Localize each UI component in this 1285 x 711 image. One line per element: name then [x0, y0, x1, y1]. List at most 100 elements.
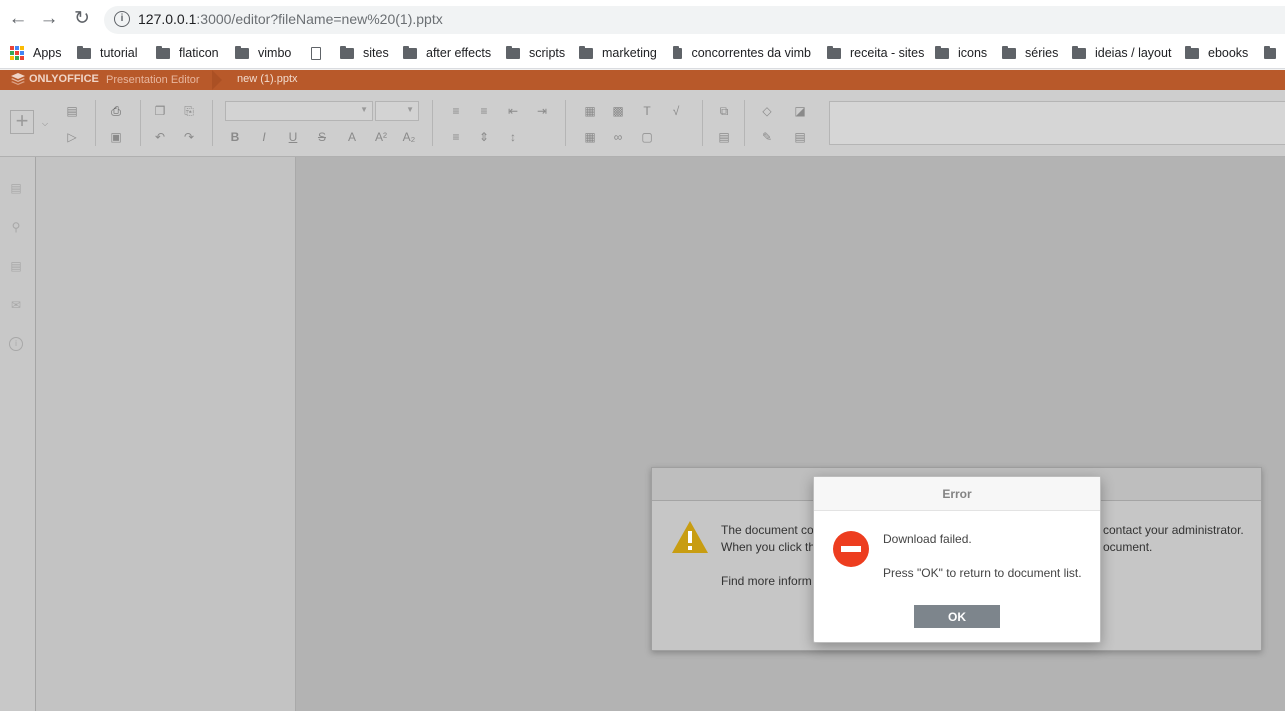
bookmark-tutorial[interactable]: tutorial: [77, 44, 138, 62]
copy-style-icon[interactable]: ✎: [759, 130, 775, 144]
warning-line-3: Find more inform: [721, 574, 812, 588]
subscript-icon[interactable]: A₂: [401, 130, 417, 144]
italic-icon[interactable]: I: [256, 130, 272, 144]
bookmark-label: after effects: [426, 46, 492, 60]
bold-icon[interactable]: B: [227, 130, 243, 144]
forward-arrow-icon[interactable]: →: [38, 8, 60, 30]
bookmark-label: sites: [363, 46, 389, 60]
themes-gallery[interactable]: [829, 101, 1285, 145]
toolbar-separator: [702, 100, 703, 146]
bookmark-overflow[interactable]: [1264, 44, 1285, 62]
color-scheme-icon[interactable]: ◪: [792, 104, 808, 118]
warning-line-1: The document co: [721, 523, 814, 537]
align-left-icon[interactable]: ≡: [448, 130, 464, 144]
back-arrow-icon[interactable]: ←: [7, 8, 29, 30]
bookmark-label: marketing: [602, 46, 657, 60]
font-size-combo[interactable]: ▼: [375, 101, 419, 121]
about-icon[interactable]: i: [9, 337, 23, 351]
bookmark-ebooks[interactable]: ebooks: [1185, 44, 1248, 62]
error-icon: [833, 531, 869, 567]
add-slide-icon[interactable]: +: [10, 110, 34, 134]
redo-icon[interactable]: ↷: [181, 130, 197, 144]
app-name: Presentation Editor: [106, 74, 200, 86]
folder-icon: [156, 45, 170, 59]
reload-icon[interactable]: ↻: [71, 8, 93, 30]
folder-icon: [235, 45, 249, 59]
table-icon[interactable]: ▦: [582, 130, 598, 144]
bookmark-label: tutorial: [100, 46, 138, 60]
clear-style-icon[interactable]: ◇: [759, 104, 775, 118]
equation-icon[interactable]: √: [668, 104, 684, 118]
toolbar-separator: [95, 100, 96, 146]
warning-line-2-end: ocument.: [1103, 540, 1153, 554]
bookmark-ideias-layout[interactable]: ideias / layout: [1072, 44, 1171, 62]
change-case-icon[interactable]: A: [344, 130, 360, 144]
bookmark-icons[interactable]: icons: [935, 44, 987, 62]
slide-thumbnails-panel[interactable]: [36, 157, 296, 711]
folder-icon: [673, 45, 683, 59]
undo-icon[interactable]: ↶: [152, 130, 168, 144]
increase-indent-icon[interactable]: ⇥: [534, 104, 550, 118]
bookmark-receita-sites[interactable]: receita - sites: [827, 44, 924, 62]
toolbar-separator: [565, 100, 566, 146]
site-info-icon[interactable]: i: [114, 11, 130, 27]
bookmark-flaticon[interactable]: flaticon: [156, 44, 219, 62]
folder-icon: [1072, 45, 1086, 59]
layers-logo-icon: [11, 73, 25, 85]
bookmark-sites[interactable]: sites: [340, 44, 389, 62]
folder-icon: [935, 45, 949, 59]
underline-icon[interactable]: U: [285, 130, 301, 144]
url-text[interactable]: 127.0.0.1:3000/editor?fileName=new%20(1)…: [138, 11, 443, 27]
image-icon[interactable]: ▦: [582, 104, 598, 118]
error-dialog-title: Error: [942, 487, 972, 501]
bookmark-label: séries: [1025, 46, 1059, 60]
save-icon[interactable]: ▣: [108, 130, 124, 144]
bookmark-concorrentes[interactable]: concorrentes da vimb: [673, 44, 811, 62]
print-icon[interactable]: ⎙: [108, 104, 124, 118]
error-message: Download failed.: [883, 532, 972, 546]
onlyoffice-logo[interactable]: ONLYOFFICE: [11, 73, 99, 85]
start-slideshow-icon[interactable]: ▷: [64, 130, 80, 144]
chevron-down-icon[interactable]: ⌵: [37, 117, 53, 131]
document-title[interactable]: new (1).pptx: [237, 73, 298, 85]
file-menu-icon[interactable]: ▤: [9, 181, 23, 195]
shape-icon[interactable]: ▢: [639, 130, 655, 144]
slide-size-icon[interactable]: ▤: [792, 130, 808, 144]
hyperlink-icon[interactable]: ∞: [610, 130, 626, 144]
slide-layout-icon[interactable]: ▤: [64, 104, 80, 118]
folder-icon: [340, 45, 354, 59]
toolbar-separator: [744, 100, 745, 146]
arrange-icon[interactable]: ⧉: [716, 104, 732, 118]
strikethrough-icon[interactable]: S: [314, 130, 330, 144]
font-name-combo[interactable]: ▼: [225, 101, 373, 121]
bookmark-marketing[interactable]: marketing: [579, 44, 657, 62]
bookmark-vimbo[interactable]: vimbo: [235, 44, 291, 62]
feedback-icon[interactable]: ✉: [9, 298, 23, 312]
chevron-down-icon: ▼: [406, 105, 414, 114]
search-icon[interactable]: ⚲: [9, 220, 23, 234]
bookmark-apps[interactable]: Apps: [10, 44, 62, 62]
toolbar-separator: [140, 100, 141, 146]
bookmark-label: concorrentes da vimb: [691, 46, 811, 60]
line-spacing-icon[interactable]: ↕: [505, 130, 521, 144]
folder-icon: [403, 45, 417, 59]
text-box-icon[interactable]: T: [639, 104, 655, 118]
vertical-align-icon[interactable]: ⇕: [476, 130, 492, 144]
url-host: 127.0.0.1: [138, 11, 197, 27]
folder-icon: [77, 45, 91, 59]
paste-icon[interactable]: ⎘: [181, 104, 197, 118]
decrease-indent-icon[interactable]: ⇤: [505, 104, 521, 118]
folder-icon: [579, 45, 593, 59]
superscript-icon[interactable]: A²: [373, 130, 389, 144]
bookmark-after-effects[interactable]: after effects: [403, 44, 491, 62]
numbering-icon[interactable]: ≡: [476, 104, 492, 118]
ok-button[interactable]: OK: [914, 605, 1000, 628]
bookmark-series[interactable]: séries: [1002, 44, 1058, 62]
bookmark-scripts[interactable]: scripts: [506, 44, 565, 62]
bookmark-page[interactable]: [311, 44, 321, 62]
chart-icon[interactable]: ▩: [610, 104, 626, 118]
slides-icon[interactable]: ▤: [9, 259, 23, 273]
bullets-icon[interactable]: ≡: [448, 104, 464, 118]
align-shapes-icon[interactable]: ▤: [716, 130, 732, 144]
copy-icon[interactable]: ❐: [152, 104, 168, 118]
